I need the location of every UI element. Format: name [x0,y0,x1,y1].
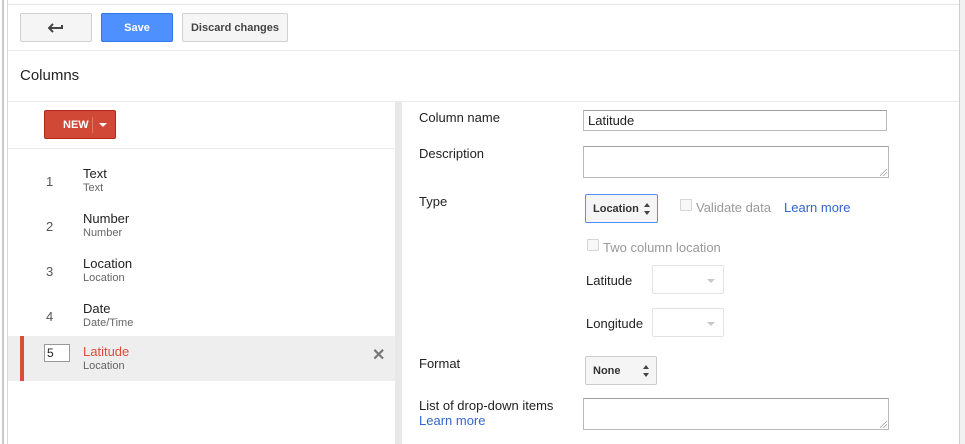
column-order-input[interactable] [44,344,70,362]
back-arrow-icon [48,22,63,33]
column-name: Location [83,256,133,271]
toolbar-divider [8,50,959,51]
caret-down-icon[interactable] [99,123,107,127]
panel-splitter [395,102,402,444]
type-select-value: Location [593,202,639,215]
type-label: Type [419,194,448,209]
selected-indicator [20,336,24,381]
back-button[interactable] [20,13,92,42]
type-select[interactable]: Location [585,194,658,223]
dropdown-items-label: List of drop-down items [419,398,554,413]
new-column-button[interactable]: NEW [44,110,116,139]
column-name: Date [83,301,111,316]
resize-grip-icon[interactable] [880,421,887,428]
format-label: Format [419,356,461,371]
new-button-separator [92,117,93,133]
column-row-text[interactable]: 1 Text Text [8,158,395,203]
page-title: Columns [20,67,80,84]
column-type: Text [83,182,104,194]
updown-arrows-icon [643,365,650,377]
two-column-location-label: Two column location [603,240,721,255]
window-left-edge [0,0,8,444]
column-row-latitude[interactable]: Latitude Location ✕ [8,336,395,381]
resize-grip-icon[interactable] [880,169,887,176]
updown-arrows-icon [644,203,651,215]
column-name: Latitude [83,344,130,359]
type-learn-more-link[interactable]: Learn more [784,200,850,215]
column-type: Date/Time [83,317,134,329]
latitude-dropdown[interactable] [652,265,724,294]
column-number: 3 [46,264,54,279]
caret-down-icon [707,322,715,326]
longitude-dropdown[interactable] [652,308,724,337]
column-row-number[interactable]: 2 Number Number [8,203,395,248]
description-textarea[interactable] [583,146,889,178]
window-right-scrollbar[interactable] [959,0,965,444]
column-number: 2 [46,219,54,234]
validate-data-checkbox[interactable] [680,199,692,211]
top-divider [8,4,959,5]
latitude-label: Latitude [586,273,633,288]
column-row-location[interactable]: 3 Location Location [8,248,395,293]
column-name: Text [83,166,107,181]
save-button[interactable]: Save [101,13,173,42]
list-divider [8,148,395,149]
column-number: 4 [46,309,54,324]
longitude-label: Longitude [586,316,644,331]
caret-down-icon [707,279,715,283]
dropdown-items-textarea[interactable] [583,398,889,430]
column-number: 1 [46,174,54,189]
description-label: Description [419,146,485,161]
two-column-location-checkbox[interactable] [587,239,599,251]
columns-list-panel: NEW 1 Text Text 2 Number Number 3 Locati… [8,102,395,444]
column-name-input[interactable] [583,110,887,131]
column-row-date[interactable]: 4 Date Date/Time [8,293,395,338]
dropdown-learn-more-link[interactable]: Learn more [419,413,485,428]
validate-data-label: Validate data [696,200,771,215]
column-type: Number [83,227,123,239]
column-name-label: Column name [419,110,500,125]
column-type: Location [83,272,125,284]
column-name: Number [83,211,130,226]
new-button-label: NEW [63,118,89,131]
delete-column-icon[interactable]: ✕ [372,345,385,365]
column-type: Location [83,360,125,372]
format-select-value: None [593,364,621,377]
format-select[interactable]: None [585,356,657,385]
discard-changes-button[interactable]: Discard changes [182,13,288,42]
